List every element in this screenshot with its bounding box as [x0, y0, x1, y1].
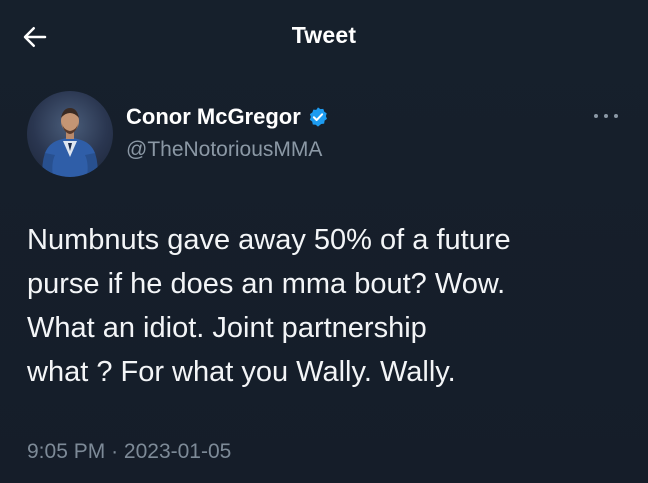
more-options-button[interactable]	[588, 106, 624, 126]
tweet-detail-screen: Tweet Conor McGregor @TheNotoriousMMA Nu…	[0, 0, 648, 483]
author-handle[interactable]: @TheNotoriousMMA	[126, 138, 322, 162]
verified-badge-icon	[307, 106, 329, 128]
tweet-time: 9:05 PM	[27, 440, 106, 463]
avatar-image	[41, 108, 99, 177]
page-title: Tweet	[291, 22, 357, 48]
tweet-text: Numbnuts gave away 50% of a future purse…	[27, 218, 627, 394]
tweet-text-line: Numbnuts gave away 50% of a future	[27, 224, 511, 256]
avatar[interactable]	[27, 91, 113, 177]
author-row: Conor McGregor	[126, 104, 329, 130]
author-name[interactable]: Conor McGregor	[126, 104, 301, 130]
timestamp-separator: ·	[111, 440, 119, 463]
more-horizontal-icon	[594, 114, 618, 118]
tweet-text-line: What an idiot. Joint partnership	[27, 312, 427, 344]
tweet-date: 2023-01-05	[123, 440, 232, 463]
tweet-text-line: purse if he does an mma bout? Wow.	[27, 268, 506, 300]
tweet-text-line: what ? For what you Wally. Wally.	[27, 356, 456, 388]
tweet-timestamp[interactable]: 9:05 PM · 2023-01-05	[27, 440, 231, 464]
top-bar: Tweet	[0, 0, 648, 70]
